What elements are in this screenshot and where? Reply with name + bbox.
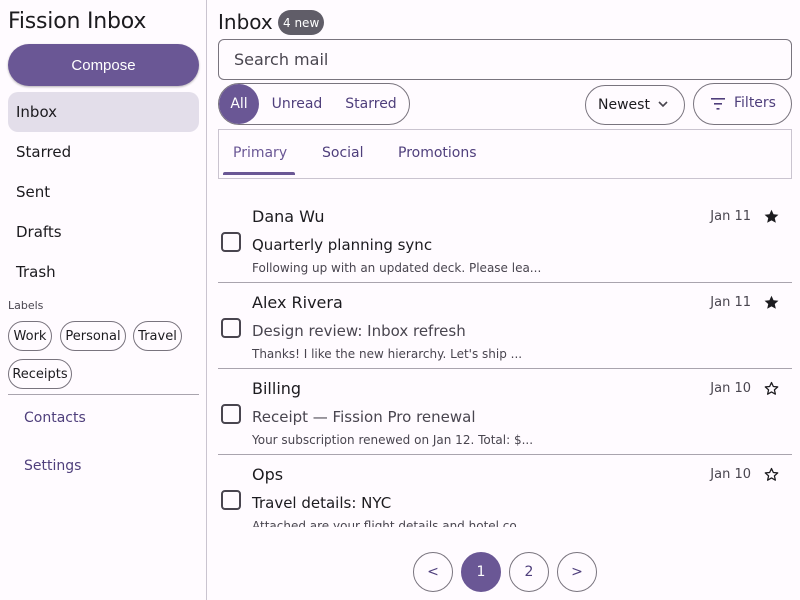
segment-all[interactable]: All: [219, 84, 259, 124]
message-snippet: Following up with an updated deck. Pleas…: [252, 261, 542, 275]
main-content: Inbox 4 new All Unread Starred Newest Fi…: [207, 0, 800, 600]
sidebar-item-drafts[interactable]: Drafts: [8, 212, 199, 252]
settings-link[interactable]: Settings: [24, 458, 81, 474]
message-sender: Billing: [252, 379, 302, 398]
sidebar: Fission Inbox Compose Inbox Starred Sent…: [0, 0, 207, 600]
message-date: Jan 11: [710, 295, 751, 310]
filter-icon: [711, 98, 725, 110]
sidebar-divider: [8, 394, 199, 395]
read-filter-segmented: All Unread Starred: [218, 83, 410, 125]
sort-value: Newest: [598, 97, 650, 113]
sort-select[interactable]: Newest: [585, 85, 685, 125]
filters-label: Filters: [734, 95, 776, 111]
label-chip-travel[interactable]: Travel: [133, 321, 182, 351]
prev-page-button[interactable]: <: [413, 552, 453, 592]
star-filled-icon[interactable]: [763, 294, 780, 311]
label-chip-receipts[interactable]: Receipts: [8, 359, 72, 389]
sidebar-item-starred[interactable]: Starred: [8, 132, 199, 172]
search-input[interactable]: [218, 39, 792, 80]
tab-promotions[interactable]: Promotions: [398, 130, 477, 176]
row-checkbox[interactable]: [221, 232, 241, 252]
message-subject: Design review: Inbox refresh: [252, 322, 466, 340]
sidebar-item-sent[interactable]: Sent: [8, 172, 199, 212]
segment-unread[interactable]: Unread: [259, 84, 335, 124]
sidebar-item-trash[interactable]: Trash: [8, 252, 199, 292]
star-outline-icon[interactable]: [763, 466, 780, 483]
label-chip-personal[interactable]: Personal: [60, 321, 126, 351]
row-checkbox[interactable]: [221, 318, 241, 338]
label-chip-work[interactable]: Work: [8, 321, 52, 351]
filters-button[interactable]: Filters: [693, 83, 792, 125]
star-filled-icon[interactable]: [763, 208, 780, 225]
message-row[interactable]: Dana Wu Quarterly planning sync Followin…: [218, 197, 792, 283]
message-subject: Receipt — Fission Pro renewal: [252, 408, 476, 426]
app-title: Fission Inbox: [8, 9, 147, 34]
active-tab-indicator: [223, 172, 295, 175]
message-date: Jan 10: [710, 467, 751, 482]
message-date: Jan 10: [710, 381, 751, 396]
contacts-link[interactable]: Contacts: [24, 410, 86, 426]
message-subject: Travel details: NYC: [252, 494, 392, 512]
star-outline-icon[interactable]: [763, 380, 780, 397]
message-row[interactable]: Ops Travel details: NYC Attached are you…: [218, 455, 792, 527]
sidebar-item-inbox[interactable]: Inbox: [8, 92, 199, 132]
chevron-down-icon: [658, 101, 668, 108]
page-button-2[interactable]: 2: [509, 552, 549, 592]
page-button-1[interactable]: 1: [461, 552, 501, 592]
message-snippet: Thanks! I like the new hierarchy. Let's …: [252, 347, 523, 361]
message-snippet: Attached are your flight details and hot…: [252, 519, 528, 527]
row-checkbox[interactable]: [221, 404, 241, 424]
compose-button[interactable]: Compose: [8, 44, 199, 86]
next-page-button[interactable]: >: [557, 552, 597, 592]
page-title: Inbox: [218, 10, 273, 34]
message-snippet: Your subscription renewed on Jan 12. Tot…: [252, 433, 534, 447]
message-row[interactable]: Alex Rivera Design review: Inbox refresh…: [218, 283, 792, 369]
message-sender: Dana Wu: [252, 207, 325, 226]
message-subject: Quarterly planning sync: [252, 236, 433, 254]
new-count-badge: 4 new: [278, 10, 325, 35]
tab-primary[interactable]: Primary: [233, 130, 287, 176]
message-sender: Ops: [252, 465, 284, 484]
message-list: Dana Wu Quarterly planning sync Followin…: [218, 197, 792, 527]
labels-heading: Labels: [8, 299, 44, 312]
tab-social[interactable]: Social: [322, 130, 364, 176]
category-tabs: Primary Social Promotions: [218, 129, 792, 179]
message-row[interactable]: Billing Receipt — Fission Pro renewal Yo…: [218, 369, 792, 455]
message-date: Jan 11: [710, 209, 751, 224]
app-window: Fission Inbox Compose Inbox Starred Sent…: [0, 0, 800, 600]
row-checkbox[interactable]: [221, 490, 241, 510]
segment-starred[interactable]: Starred: [335, 84, 407, 124]
message-sender: Alex Rivera: [252, 293, 343, 312]
